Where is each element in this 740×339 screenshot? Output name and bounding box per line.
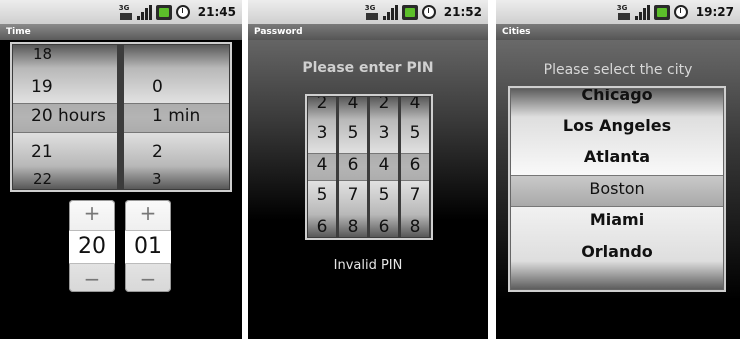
pin-digit: 3: [316, 123, 328, 143]
hours-stepper: + 20 −: [69, 200, 115, 292]
status-bar: 3G 19:27: [496, 0, 740, 24]
status-bar: 3G 21:52: [248, 0, 488, 24]
pin-digit-selected: 6: [347, 155, 359, 175]
pin-digit: 6: [316, 217, 328, 237]
pin-digit-wheel-4[interactable]: 4 5 6 7 8: [401, 97, 429, 237]
pin-digit: 3: [378, 123, 390, 143]
pin-digit: 2: [316, 97, 328, 113]
pin-digit: 5: [409, 123, 421, 143]
pin-digit: 5: [316, 185, 328, 205]
city-item[interactable]: Chicago: [511, 89, 723, 104]
city-item-selected[interactable]: Boston: [511, 179, 723, 198]
status-clock: 21:52: [443, 5, 482, 19]
cities-screen: 3G 19:27 Cities Please select the city C…: [496, 0, 740, 339]
hours-increment-button[interactable]: +: [69, 200, 115, 226]
3g-icon: 3G: [365, 4, 379, 20]
title-bar: Time: [0, 24, 242, 40]
minutes-value: 0: [152, 77, 163, 97]
city-wheel[interactable]: Chicago Los Angeles Atlanta Boston Miami Orla…: [511, 89, 723, 289]
battery-icon: [155, 4, 172, 20]
pin-digit: 8: [347, 217, 359, 237]
pin-digit-selected: 4: [316, 155, 328, 175]
pin-digit-wheel-3[interactable]: 2 3 4 5 6: [370, 97, 398, 237]
city-prompt: Please select the city: [543, 62, 693, 78]
minutes-stepper-value[interactable]: 01: [125, 230, 171, 264]
signal-icon: [634, 4, 650, 20]
pin-digit: 6: [378, 217, 390, 237]
pin-digit: 8: [409, 217, 421, 237]
minutes-decrement-button[interactable]: −: [125, 266, 171, 292]
city-item[interactable]: Atlanta: [511, 147, 723, 166]
hours-value-selected: 20 hours: [31, 106, 106, 126]
pin-digit: 4: [409, 97, 421, 113]
minutes-wheel[interactable]: 0 1 min 2 3: [124, 45, 229, 189]
alarm-icon: [421, 5, 436, 19]
pin-digit-selected: 4: [378, 155, 390, 175]
pin-error-message: Invalid PIN: [333, 258, 403, 273]
pin-digit: 4: [347, 97, 359, 113]
hours-value: 18: [33, 45, 53, 63]
city-item[interactable]: Orlando: [511, 242, 723, 261]
hours-decrement-button[interactable]: −: [69, 266, 115, 292]
password-screen: 3G 21:52 Password Please enter PIN 23456…: [248, 0, 488, 339]
pin-prompt: Please enter PIN: [302, 60, 434, 76]
pin-digit-selected: 6: [409, 155, 421, 175]
title-bar: Password: [248, 24, 488, 40]
hours-value: 19: [31, 77, 53, 97]
status-clock: 19:27: [695, 5, 734, 19]
status-clock: 21:45: [197, 5, 236, 19]
hours-value: 21: [31, 142, 53, 162]
pin-digit: 5: [378, 185, 390, 205]
battery-icon: [401, 4, 418, 20]
battery-icon: [653, 4, 670, 20]
minutes-value-selected: 1 min: [152, 106, 201, 126]
hours-wheel[interactable]: 18 19 20 hours 21 22: [13, 45, 117, 189]
pin-digit: 2: [378, 97, 390, 113]
pin-digit: 7: [409, 185, 421, 205]
3g-icon: 3G: [617, 4, 631, 20]
signal-icon: [136, 4, 152, 20]
3g-icon: 3G: [119, 4, 133, 20]
pin-digit: 7: [347, 185, 359, 205]
hours-stepper-value[interactable]: 20: [69, 230, 115, 264]
status-bar: 3G 21:45: [0, 0, 242, 24]
city-item[interactable]: Los Angeles: [511, 116, 723, 135]
minutes-value: 2: [152, 142, 163, 162]
hours-value: 22: [33, 170, 53, 188]
time-screen: 3G 21:45 Time 18 19 20 hours 21 22 0 1 m…: [0, 0, 242, 339]
signal-icon: [382, 4, 398, 20]
minutes-increment-button[interactable]: +: [125, 200, 171, 226]
title-bar: Cities: [496, 24, 740, 40]
pin-digit: 5: [347, 123, 359, 143]
city-item[interactable]: Miami: [511, 210, 723, 229]
alarm-icon: [175, 5, 190, 19]
pin-digit-wheel-1[interactable]: 2 3 4 5 6: [308, 97, 336, 237]
minutes-stepper: + 01 −: [125, 200, 171, 292]
minutes-value: 3: [152, 170, 162, 188]
alarm-icon: [673, 5, 688, 19]
pin-digit-wheel-2[interactable]: 4 5 6 7 8: [339, 97, 367, 237]
